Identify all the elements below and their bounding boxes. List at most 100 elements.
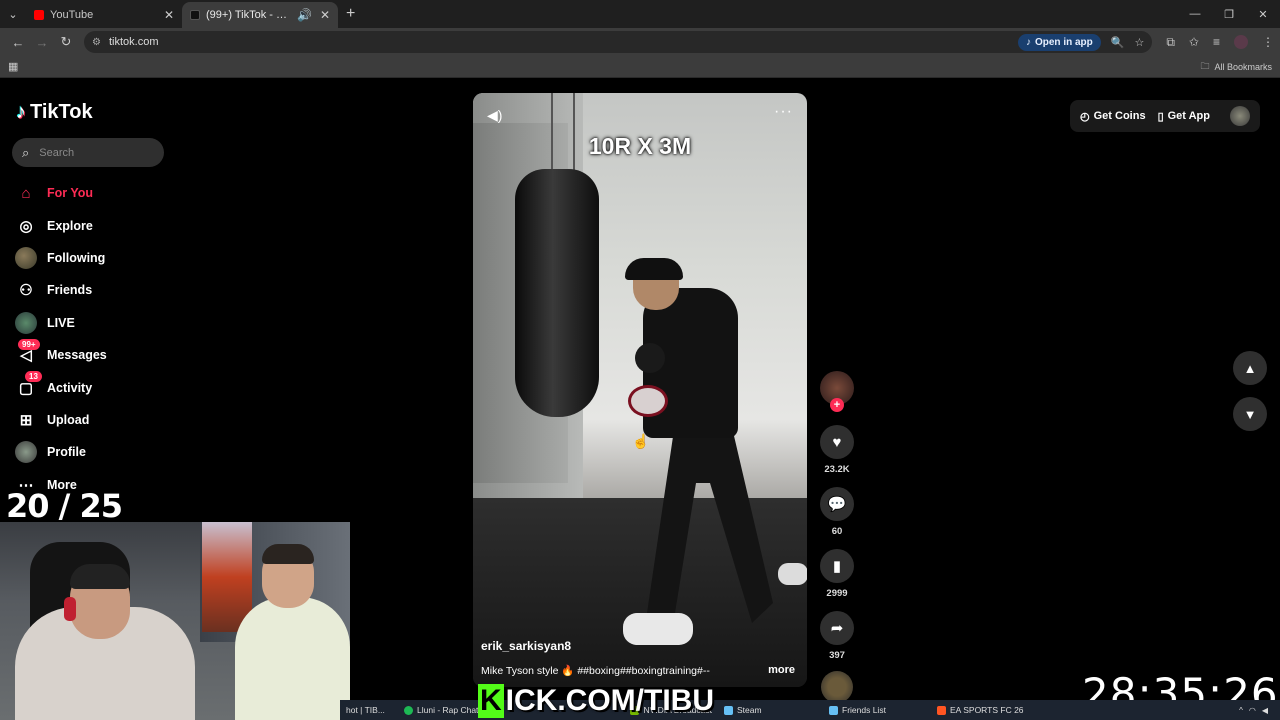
search-icon: ⌕ <box>22 144 30 160</box>
bookmarks-bar: ▦ 🗀 All Bookmarks <box>0 56 1280 78</box>
speaker-icon[interactable]: ◀ <box>1262 706 1268 715</box>
comment-icon[interactable]: 💬 <box>820 487 854 521</box>
profile-avatar[interactable] <box>1230 106 1250 126</box>
profile-avatar[interactable] <box>1234 35 1248 49</box>
tab-tiktok[interactable]: (99+) TikTok - Make Your Da 🔊 ✕ <box>182 2 338 28</box>
sidebar-item-following[interactable]: Following <box>14 242 214 274</box>
taskbar-item-label: EA SPORTS FC 26 <box>950 705 1024 715</box>
address-bar[interactable]: ⚙ tiktok.com ♪ Open in app 🔍 ☆ <box>84 31 1153 53</box>
sidebar-item-for-you[interactable]: ⌂ For You <box>14 177 214 209</box>
kick-banner-text: ICK.COM/TIBU <box>505 684 714 717</box>
sidebar-item-activity[interactable]: ▢ 13 Activity <box>14 371 214 403</box>
kick-logo-icon: K <box>478 684 504 718</box>
search-placeholder: Search <box>39 146 75 159</box>
taskbar-item[interactable]: Steam <box>718 705 823 715</box>
open-in-app-button[interactable]: ♪ Open in app <box>1017 33 1101 51</box>
top-right-actions: ◴ Get Coins ▯ Get App <box>1070 100 1260 132</box>
menu-icon[interactable]: ⋮ <box>1262 35 1274 49</box>
logo-text: TikTok <box>30 101 93 123</box>
taskbar-item[interactable]: Friends List <box>823 705 931 715</box>
get-app-button[interactable]: ▯ Get App <box>1158 110 1210 123</box>
steam-icon <box>829 705 838 715</box>
url-text: tiktok.com <box>108 36 159 48</box>
guest-body <box>235 597 350 720</box>
taskbar-item-label: Friends List <box>842 705 886 715</box>
bookmark-star-icon[interactable]: ☆ <box>1134 36 1144 49</box>
open-in-app-label: Open in app <box>1034 36 1093 48</box>
sidebar-item-live[interactable]: LIVE <box>14 307 214 339</box>
taskbar-item-label: hot | TIB... <box>346 705 385 715</box>
volume-icon[interactable]: ◀) <box>487 107 502 124</box>
save-action[interactable]: ▮ 2999 <box>819 549 855 599</box>
sidebar-item-messages[interactable]: ◁ 99+ Messages <box>14 338 214 371</box>
video-author[interactable]: erik_sarkisyan8 <box>481 639 571 653</box>
sidebar-item-profile[interactable]: Profile <box>14 436 214 468</box>
tab-title: YouTube <box>50 9 94 21</box>
share-icon[interactable]: ➦ <box>820 611 854 645</box>
restore-icon[interactable]: ❐ <box>1212 8 1246 21</box>
boxer-shoe <box>778 563 807 585</box>
follow-plus-icon[interactable]: + <box>830 398 844 412</box>
new-tab-button[interactable]: + <box>346 5 355 23</box>
compass-icon: ◎ <box>19 217 33 235</box>
punching-bag <box>515 169 599 417</box>
media-control-icon[interactable]: ≡ <box>1213 35 1220 49</box>
all-bookmarks-button[interactable]: 🗀 All Bookmarks <box>1200 59 1272 75</box>
reload-icon[interactable]: ↻ <box>54 34 78 50</box>
forward-icon[interactable]: → <box>30 35 54 50</box>
more-options-icon[interactable]: ··· <box>774 103 793 121</box>
zoom-icon[interactable]: 🔍 <box>1111 36 1125 49</box>
window-controls: — ❐ ✕ <box>1178 8 1280 21</box>
favorites-icon[interactable]: ✩ <box>1189 35 1199 49</box>
tiktok-logo[interactable]: ♪ TikTok <box>16 101 93 124</box>
tiktok-note-icon: ♪ <box>16 101 26 123</box>
sidebar-item-friends[interactable]: ⚇ Friends <box>14 274 214 306</box>
boxing-glove <box>635 343 665 373</box>
sidebar-item-explore[interactable]: ◎ Explore <box>14 209 214 241</box>
get-coins-button[interactable]: ◴ Get Coins <box>1080 110 1146 123</box>
bookmark-icon[interactable]: ▮ <box>820 549 854 583</box>
video-overlay-text: 10R X 3M <box>588 133 692 159</box>
tab-youtube[interactable]: YouTube ✕ <box>26 2 182 28</box>
avatar <box>15 246 37 269</box>
network-icon[interactable]: ◠ <box>1249 706 1256 715</box>
extensions-icon[interactable]: ⧉ <box>1166 35 1175 50</box>
like-action[interactable]: ♥ 23.2K <box>819 425 855 475</box>
previous-video-button[interactable]: ▲ <box>1233 351 1267 385</box>
close-window-icon[interactable]: ✕ <box>1246 8 1280 21</box>
heart-icon[interactable]: ♥ <box>820 425 854 459</box>
comment-action[interactable]: 💬 60 <box>819 487 855 537</box>
taskbar-item[interactable]: EA SPORTS FC 26 <box>931 705 1041 715</box>
sidebar-item-label: Messages <box>47 348 107 363</box>
audio-icon[interactable]: 🔊 <box>297 8 312 22</box>
back-icon[interactable]: ← <box>6 35 30 50</box>
comment-count: 60 <box>831 526 843 537</box>
guest-hair <box>262 544 314 564</box>
boxing-glove <box>628 385 668 417</box>
site-info-icon[interactable]: ⚙ <box>92 37 101 48</box>
search-input[interactable]: ⌕ Search <box>12 138 164 167</box>
stream-counter: 20 / 25 <box>6 487 123 525</box>
friends-icon: ⚇ <box>19 282 33 300</box>
music-disc-avatar[interactable] <box>821 671 853 703</box>
sidebar-item-upload[interactable]: ⊞ Upload <box>14 404 214 436</box>
close-tab-icon[interactable]: ✕ <box>320 8 330 22</box>
next-video-button[interactable]: ▼ <box>1233 397 1267 431</box>
tray-chevron-icon[interactable]: ^ <box>1239 706 1243 715</box>
minimize-icon[interactable]: — <box>1178 8 1212 21</box>
all-bookmarks-label: All Bookmarks <box>1214 61 1272 72</box>
apps-icon[interactable]: ▦ <box>8 60 18 73</box>
taskbar-item-label: Steam <box>737 705 762 715</box>
video-player[interactable]: 10R X 3M ◀) ··· erik_sarkisyan8 Mike Tys… <box>473 93 807 687</box>
taskbar-item[interactable]: hot | TIB... <box>340 705 398 715</box>
author-avatar[interactable]: + <box>820 371 854 412</box>
like-count: 23.2K <box>824 464 850 475</box>
get-coins-label: Get Coins <box>1093 110 1146 122</box>
boxer-cap <box>625 258 683 280</box>
close-tab-icon[interactable]: ✕ <box>164 8 174 22</box>
description-more-link[interactable]: more <box>768 664 795 676</box>
share-action[interactable]: ➦ 397 <box>819 611 855 661</box>
browser-toolbar: ← → ↻ ⚙ tiktok.com ♪ Open in app 🔍 ☆ ⧉ ✩… <box>0 28 1280 56</box>
tab-search-icon[interactable]: ⌄ <box>0 0 26 28</box>
messages-badge: 99+ <box>18 338 40 350</box>
